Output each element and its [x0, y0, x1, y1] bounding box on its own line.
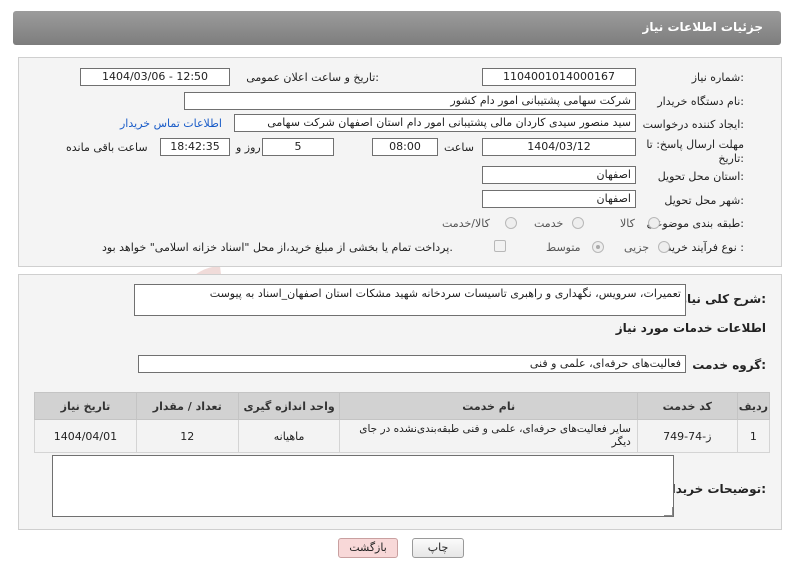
services-table: تاریخ نیاز تعداد / مقدار واحد اندازه گیر…: [34, 392, 771, 453]
province-label: استان محل تحویل:: [657, 170, 744, 183]
print-button[interactable]: چاپ: [412, 538, 464, 558]
cell-quantity: 12: [135, 419, 239, 453]
category-label: طبقه بندی موضوعی:: [646, 217, 744, 230]
city-label: شهر محل تحویل:: [664, 194, 744, 207]
services-section-title: اطلاعات خدمات مورد نیاز: [615, 321, 766, 335]
services-table-header: تاریخ نیاز تعداد / مقدار واحد اندازه گیر…: [34, 392, 771, 420]
col-service-code: کد خدمت: [636, 392, 738, 420]
announce-date-field[interactable]: 1404/03/06 - 12:50: [80, 68, 230, 86]
category-goods-service-radio[interactable]: [505, 217, 517, 229]
back-button[interactable]: بازگشت: [338, 538, 398, 558]
category-service-label: خدمت: [534, 217, 564, 230]
buyer-org-label: نام دستگاه خریدار:: [657, 95, 744, 108]
category-service-radio[interactable]: [572, 217, 584, 229]
purchase-type-medium-radio[interactable]: [592, 241, 604, 253]
page-header: جزئیات اطلاعات نیاز: [13, 11, 781, 45]
treasury-payment-note: پرداخت تمام یا بخشی از مبلغ خرید،از محل …: [102, 241, 453, 254]
deadline-label: مهلت ارسال پاسخ: تا تاریخ:: [646, 138, 744, 166]
col-need-date: تاریخ نیاز: [34, 392, 137, 420]
creator-field[interactable]: سید منصور سیدی کاردان مالی پشتیبانی امور…: [234, 114, 636, 132]
col-row: ردیف: [736, 392, 771, 420]
buyer-contact-link[interactable]: اطلاعات تماس خریدار: [120, 117, 222, 130]
deadline-date-field[interactable]: 1404/03/12: [482, 138, 636, 156]
buyer-org-field[interactable]: شرکت سهامی پشتیبانی امور دام کشور: [184, 92, 636, 110]
need-description-field[interactable]: تعمیرات، سرویس، نگهداری و راهبری تاسیسات…: [134, 284, 686, 316]
creator-label: ایجاد کننده درخواست:: [642, 118, 744, 131]
treasury-payment-checkbox[interactable]: [494, 240, 506, 252]
deadline-time-field[interactable]: 08:00: [372, 138, 438, 156]
service-group-label: گروه خدمت:: [692, 358, 766, 372]
cell-service-code: ز-74-749: [636, 419, 738, 453]
category-goods-label: کالا: [620, 217, 635, 230]
announce-date-label: تاریخ و ساعت اعلان عمومی:: [246, 71, 379, 84]
category-goods-radio[interactable]: [648, 217, 660, 229]
deadline-label-line2: تاریخ:: [718, 152, 744, 165]
remaining-time-label: ساعت باقی مانده: [66, 141, 148, 154]
col-service-name: نام خدمت: [339, 392, 638, 420]
province-field[interactable]: اصفهان: [482, 166, 636, 184]
page-title: جزئیات اطلاعات نیاز: [642, 20, 763, 34]
buyer-notes-label: توضیحات خریدار:: [664, 482, 766, 496]
purchase-type-medium-label: متوسط: [546, 241, 581, 254]
buyer-notes-field[interactable]: [52, 455, 674, 517]
service-group-field[interactable]: فعالیت‌های حرفه‌ای، علمی و فنی: [138, 355, 686, 373]
category-goods-service-label: کالا/خدمت: [442, 217, 490, 230]
cell-unit: ماهیانه: [237, 419, 341, 453]
cell-row: 1: [736, 419, 771, 453]
purchase-type-label: نوع فرآیند خرید :: [666, 241, 744, 254]
purchase-type-minor-radio[interactable]: [658, 241, 670, 253]
resize-grip-icon: [664, 507, 673, 516]
days-label: روز و: [236, 141, 261, 154]
remaining-time-field[interactable]: 18:42:35: [160, 138, 230, 156]
need-number-label: شماره نیاز:: [691, 71, 744, 84]
deadline-label-line1: مهلت ارسال پاسخ: تا: [646, 138, 744, 151]
need-number-field[interactable]: 1104001014000167: [482, 68, 636, 86]
deadline-time-label: ساعت: [444, 141, 474, 154]
purchase-type-minor-label: جزیی: [624, 241, 650, 254]
table-row: 1404/04/01 12 ماهیانه سایر فعالیت‌های حر…: [34, 419, 771, 453]
cell-service-name: سایر فعالیت‌های حرفه‌ای، علمی و فنی طبقه…: [339, 419, 638, 453]
cell-need-date: 1404/04/01: [34, 419, 137, 453]
col-unit: واحد اندازه گیری: [237, 392, 341, 420]
city-field[interactable]: اصفهان: [482, 190, 636, 208]
need-description-label: شرح کلی نیاز:: [680, 292, 766, 306]
days-remaining-field[interactable]: 5: [262, 138, 334, 156]
col-quantity: تعداد / مقدار: [135, 392, 239, 420]
